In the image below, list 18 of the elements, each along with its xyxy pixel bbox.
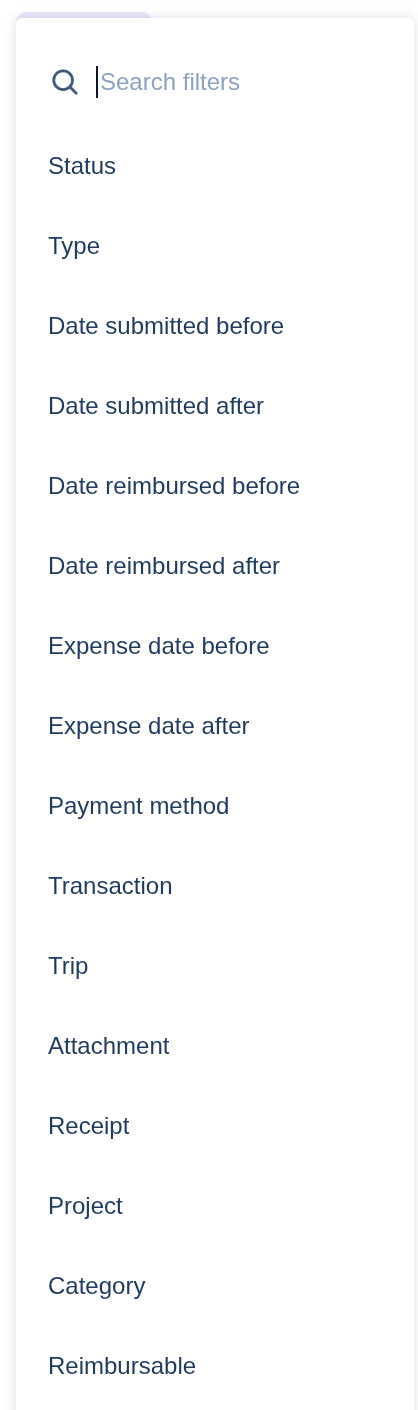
search-field[interactable]: Search filters [96,66,380,98]
filter-option[interactable]: Trip [48,952,89,980]
search-icon [50,67,80,97]
filter-option[interactable]: Transaction [48,872,173,900]
filter-option[interactable]: Reimbursable [48,1352,197,1380]
filter-option[interactable]: Receipt [48,1112,130,1140]
filter-option[interactable]: Category [48,1272,146,1300]
filter-option[interactable]: Expense date before [48,632,270,660]
filter-option[interactable]: Payment method [48,792,230,820]
filter-option[interactable]: Type [48,232,101,260]
filter-option[interactable]: Date submitted before [48,312,285,340]
filter-option[interactable]: Date submitted after [48,392,265,420]
filter-option[interactable]: Project [48,1192,123,1220]
filter-option[interactable]: Expense date after [48,712,250,740]
filter-option[interactable]: Date reimbursed before [48,472,301,500]
filter-option[interactable]: Attachment [48,1032,170,1060]
filter-option[interactable]: Date reimbursed after [48,552,281,580]
filter-option[interactable]: Status [48,152,117,180]
